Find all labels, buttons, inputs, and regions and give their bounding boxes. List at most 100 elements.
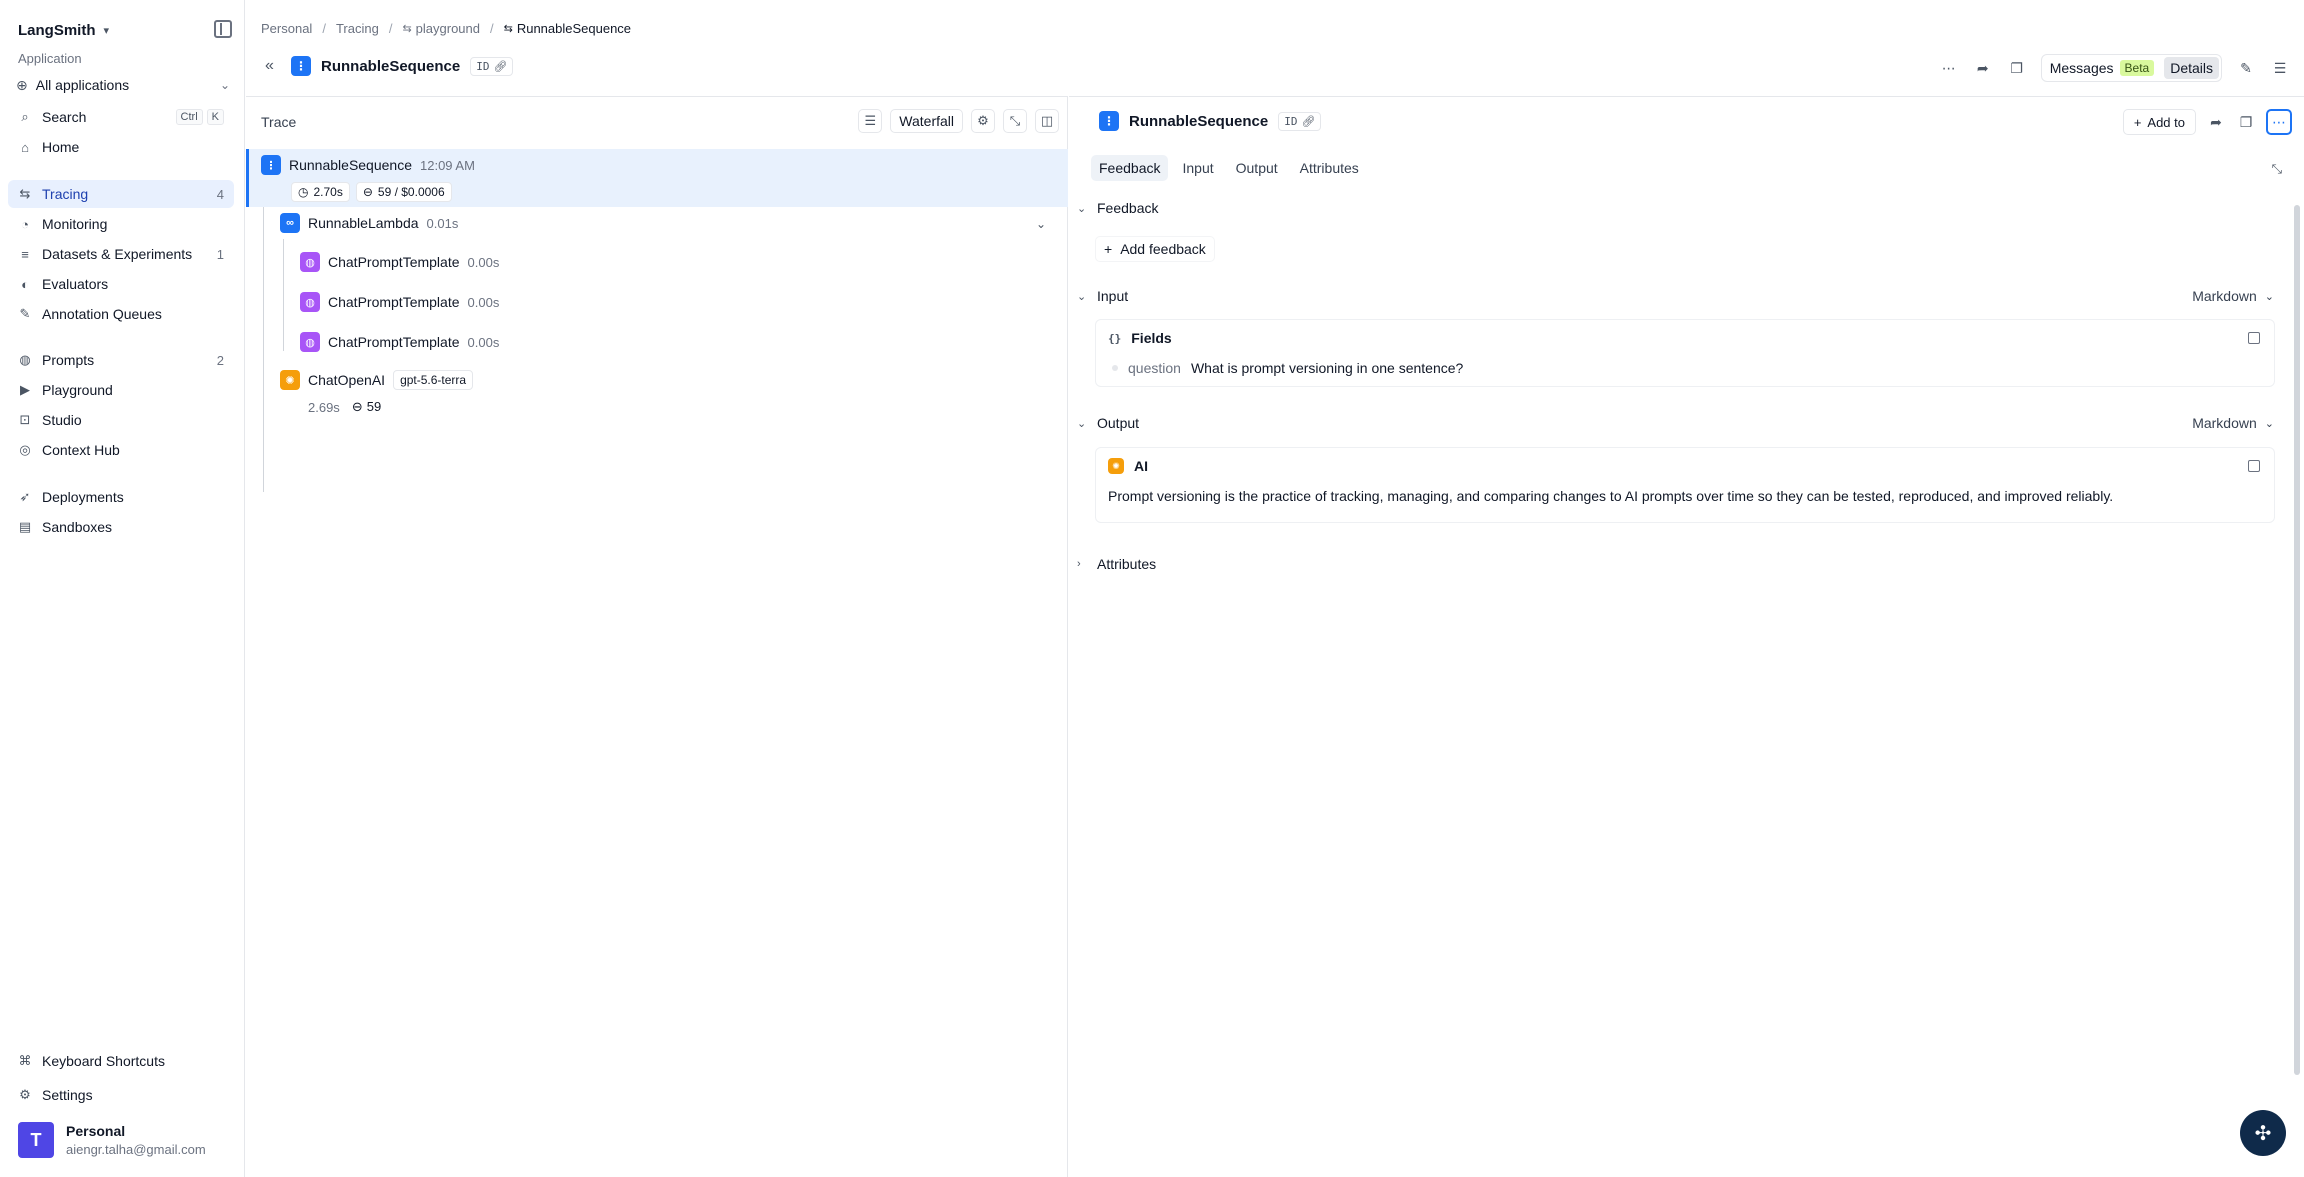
trace-node-prompt-3[interactable]: ◍ ChatPromptTemplate 0.00s (300, 332, 499, 352)
more-icon[interactable]: ⋯ (2266, 109, 2292, 135)
assistant-launcher-button[interactable]: ✣ (2240, 1110, 2286, 1156)
user-profile[interactable]: T Personal aiengr.talha@gmail.com (18, 1121, 238, 1159)
copy-id-button[interactable]: ID 🔗︎ (470, 56, 514, 76)
breadcrumb-separator: / (388, 20, 393, 36)
sidebar-item-evaluators[interactable]: ◐ Evaluators (8, 270, 234, 298)
share-icon[interactable]: ➦ (1973, 58, 1993, 78)
database-icon[interactable]: ☰ (2270, 58, 2290, 78)
sidebar-item-studio[interactable]: ⊡ Studio (8, 406, 234, 434)
add-to-button[interactable]: + Add to (2122, 109, 2196, 135)
sidebar-item-label: Monitoring (42, 216, 108, 232)
details-toggle[interactable]: Details (2164, 57, 2219, 79)
attributes-section-toggle[interactable]: › Attributes (1077, 556, 1156, 572)
org-switcher[interactable]: LangSmith ▾ (18, 20, 109, 40)
tokens-value: 59 / $0.0006 (377, 185, 445, 199)
breadcrumb: Personal / Tracing / ⇆ playground / ⇆ Ru… (261, 19, 631, 37)
ai-title-row: ✺ AI (1108, 458, 1148, 474)
shortcut-key-ctrl: Ctrl (175, 109, 203, 125)
tab-feedback[interactable]: Feedback (1091, 155, 1169, 181)
runnable-sequence-icon: ⋮ (1099, 111, 1119, 131)
rocket-icon: ➶ (19, 489, 31, 504)
context-hub-icon: ◎ (19, 442, 31, 457)
collapse-icon[interactable]: ⤡ (2272, 161, 2282, 177)
more-icon[interactable]: ⋯ (1939, 58, 1959, 78)
trace-node-chat-openai[interactable]: ✺ ChatOpenAI gpt-5.6-terra (280, 370, 474, 390)
id-badge-label: ID (1284, 114, 1298, 128)
sidebar-item-monitoring[interactable]: ◔ Monitoring (8, 210, 234, 238)
output-format-select[interactable]: Markdown ⌄ (2192, 415, 2274, 431)
trace-node-runnable-lambda[interactable]: ∞ RunnableLambda 0.01s (280, 213, 458, 233)
assistant-icon: ✣ (2254, 1122, 2272, 1145)
settings-label: Settings (42, 1087, 93, 1103)
fields-title-row: {} Fields (1108, 330, 1172, 346)
breadcrumb-personal[interactable]: Personal (261, 21, 312, 36)
feedback-section-toggle[interactable]: ⌄ Feedback (1077, 200, 1158, 216)
sidebar-item-prompts[interactable]: ◍ Prompts 2 (8, 346, 234, 374)
breadcrumb-separator: / (322, 20, 326, 36)
output-text: Prompt versioning is the practice of tra… (1108, 488, 2114, 504)
sidebar-item-label: Prompts (42, 352, 95, 368)
panel-toggle-icon[interactable]: ◫ (1035, 109, 1059, 133)
edit-icon[interactable]: ✎ (2236, 58, 2256, 78)
chevron-down-icon: ⌄ (1077, 290, 1087, 303)
sidebar-item-home[interactable]: ⌂ Home (8, 133, 234, 161)
node-time: 12:09 AM (420, 157, 475, 173)
llm-metrics: 2.69s ⊖ 59 (308, 399, 381, 415)
tab-input[interactable]: Input (1174, 155, 1221, 181)
trace-node-prompt-2[interactable]: ◍ ChatPromptTemplate 0.00s (300, 292, 499, 312)
breadcrumb-tracing[interactable]: Tracing (336, 21, 379, 36)
sidebar-item-tracing[interactable]: ⇆ Tracing 4 (8, 180, 234, 208)
sidebar-settings[interactable]: ⚙ Settings (8, 1081, 234, 1109)
copy-id-button[interactable]: ID 🔗︎ (1278, 111, 1322, 131)
chevron-right-icon: › (1077, 558, 1081, 570)
sidebar-item-context-hub[interactable]: ◎ Context Hub (8, 436, 234, 464)
copy-icon[interactable]: ❐ (2236, 112, 2256, 132)
sidebar-toggle-icon[interactable] (214, 20, 232, 38)
tab-attributes[interactable]: Attributes (1292, 155, 1367, 181)
globe-icon: ⊕ (16, 76, 28, 93)
add-feedback-button[interactable]: + Add feedback (1095, 236, 1215, 262)
waterfall-button[interactable]: Waterfall (890, 109, 963, 133)
runnable-sequence-icon: ⋮ (261, 155, 281, 175)
trace-title: Trace (261, 114, 297, 130)
sidebar-item-label: Evaluators (42, 276, 109, 292)
trace-row-root[interactable]: ⋮ RunnableSequence 12:09 AM ◷ 2.70s ⊖ 59… (246, 149, 1068, 207)
sidebar-search[interactable]: ⌕ Search Ctrl K (8, 103, 234, 131)
input-section-toggle[interactable]: ⌄ Input (1077, 288, 1128, 304)
details-title: RunnableSequence (1129, 112, 1269, 130)
copy-icon[interactable] (2248, 332, 2260, 344)
sidebar-keyboard-shortcuts[interactable]: ⌘ Keyboard Shortcuts (8, 1047, 234, 1075)
tab-output[interactable]: Output (1228, 155, 1286, 181)
output-section-toggle[interactable]: ⌄ Output (1077, 415, 1139, 431)
sidebar-item-playground[interactable]: ▶ Playground (8, 376, 234, 404)
scrollbar[interactable] (2294, 205, 2300, 1075)
collapse-left-icon[interactable]: « (265, 57, 281, 75)
input-format-select[interactable]: Markdown ⌄ (2192, 288, 2274, 304)
sidebar-item-label: Studio (42, 412, 82, 428)
sidebar-item-sandboxes[interactable]: ▤ Sandboxes (8, 513, 234, 541)
search-shortcut: Ctrl K (175, 109, 224, 125)
copy-icon[interactable]: ❐ (2007, 58, 2027, 78)
sidebar-item-label: Annotation Queues (42, 306, 162, 322)
share-icon[interactable]: ➦ (2206, 112, 2226, 132)
messages-toggle[interactable]: Messages Beta (2044, 57, 2161, 79)
breadcrumb-playground[interactable]: playground (416, 21, 480, 36)
chevron-down-icon: ⌄ (2264, 417, 2274, 430)
sidebar: LangSmith ▾ Application ⊕ All applicatio… (0, 0, 245, 1177)
application-selector[interactable]: ⊕ All applications ⌄ (16, 73, 230, 97)
sidebar-item-deployments[interactable]: ➶ Deployments (8, 483, 234, 511)
tree-line (283, 239, 284, 351)
collapse-icon[interactable]: ⤡ (1003, 109, 1027, 133)
chevron-down-icon[interactable]: ⌄ (1036, 217, 1046, 231)
trace-node-prompt-1[interactable]: ◍ ChatPromptTemplate 0.00s (300, 252, 499, 272)
link-icon: ∞ (280, 213, 300, 233)
sidebar-item-annotation-queues[interactable]: ✎ Annotation Queues (8, 300, 234, 328)
sidebar-item-datasets[interactable]: ≡ Datasets & Experiments 1 (8, 240, 234, 268)
header-actions: ⋯ ➦ ❐ Messages Beta Details ✎ ☰ (1939, 54, 2304, 82)
messages-label: Messages (2049, 60, 2114, 76)
copy-icon[interactable] (2248, 460, 2260, 472)
view-toggle: Messages Beta Details (2040, 54, 2222, 82)
filter-icon[interactable]: ☰ (858, 109, 883, 133)
clock-icon: ◷ (298, 185, 309, 199)
gear-icon[interactable]: ⚙ (971, 109, 995, 133)
